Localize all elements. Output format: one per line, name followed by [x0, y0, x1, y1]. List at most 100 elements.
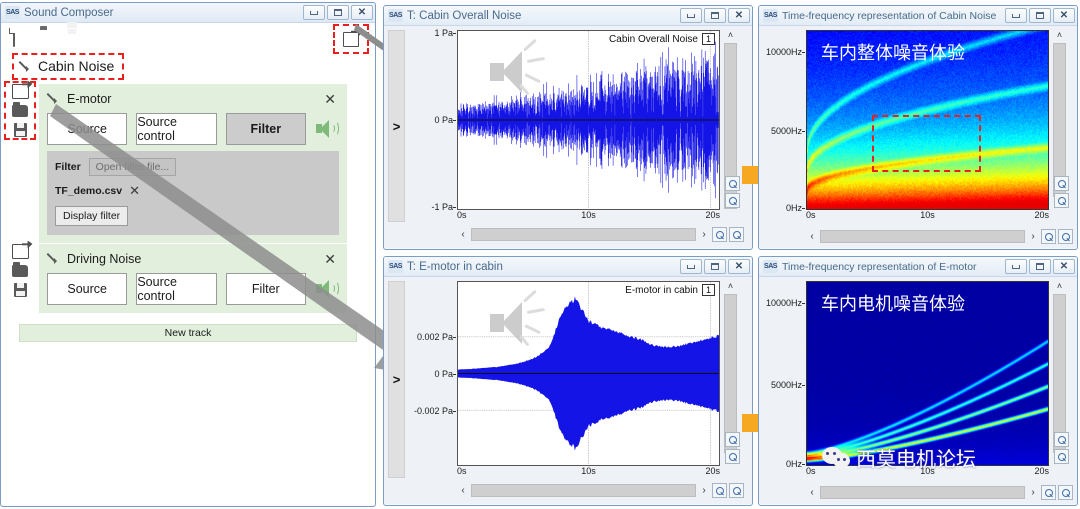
zoom-out-icon[interactable]: [1054, 193, 1069, 208]
zoom-out-icon[interactable]: [1058, 228, 1073, 244]
maximize-button[interactable]: [704, 8, 726, 23]
source-control-button[interactable]: Source control: [136, 112, 217, 145]
zoom-in-icon[interactable]: [725, 432, 740, 447]
pencil-edit-icon[interactable]: [19, 60, 32, 73]
minimize-button[interactable]: [303, 5, 325, 20]
display-filter-button[interactable]: Display filter: [55, 205, 129, 226]
scroll-thumb[interactable]: [471, 483, 696, 497]
maximize-button[interactable]: [327, 5, 349, 20]
track-open-icon[interactable]: [12, 261, 28, 277]
maximize-button[interactable]: [1029, 259, 1051, 274]
close-button[interactable]: ✕: [728, 8, 750, 23]
scroll-thumb[interactable]: [1053, 294, 1066, 453]
scroll-left-icon[interactable]: ‹: [806, 487, 818, 498]
close-button[interactable]: ✕: [1053, 8, 1075, 23]
source-button[interactable]: Source: [47, 272, 128, 305]
scroll-left-icon[interactable]: ‹: [806, 231, 818, 242]
minimize-button[interactable]: [680, 259, 702, 274]
scroll-thumb[interactable]: [820, 485, 1025, 499]
open-filter-file-button[interactable]: Open filter file...: [88, 157, 177, 176]
tf-cabin-titlebar[interactable]: SAS Time-frequency representation of Cab…: [759, 6, 1077, 26]
maximize-button[interactable]: [1029, 8, 1051, 23]
cabin-noise-waveform[interactable]: Cabin Overall Noise 1: [457, 30, 720, 210]
track-export-icon[interactable]: [11, 243, 29, 259]
zoom-in-icon[interactable]: [712, 482, 727, 498]
composer-toolbar: [1, 23, 375, 49]
minimize-button[interactable]: [680, 8, 702, 23]
emotor-titlebar[interactable]: SAS T: E-motor in cabin ✕: [384, 257, 752, 277]
project-name-row[interactable]: Cabin Noise: [11, 53, 125, 80]
zoom-in-icon[interactable]: [1054, 432, 1069, 447]
zoom-out-icon[interactable]: [725, 193, 740, 208]
speaker-icon[interactable]: [315, 119, 339, 139]
zoom-out-icon[interactable]: [729, 226, 744, 242]
maximize-button[interactable]: [704, 259, 726, 274]
scroll-right-icon[interactable]: ›: [1027, 487, 1039, 498]
track-header-driving: Driving Noise ✕: [47, 250, 339, 268]
scroll-right-icon[interactable]: ›: [1027, 231, 1039, 242]
minimize-button[interactable]: [1005, 8, 1027, 23]
tf-emotor-spectrogram[interactable]: 车内电机噪音体验: [806, 281, 1049, 466]
close-button[interactable]: ✕: [728, 259, 750, 274]
y-tick-label: 10000Hz: [765, 298, 806, 309]
expand-sidebar-button[interactable]: >: [388, 30, 405, 222]
tf-cabin-spectrogram[interactable]: 车内整体噪音体验: [806, 30, 1049, 210]
close-button[interactable]: ✕: [1053, 259, 1075, 274]
sas-logo-icon: SAS: [388, 9, 403, 22]
new-file-icon[interactable]: [13, 28, 30, 47]
zoom-out-icon[interactable]: [729, 482, 744, 498]
track-save-icon[interactable]: [13, 282, 27, 297]
minimize-button[interactable]: [1005, 259, 1027, 274]
scroll-thumb[interactable]: [724, 294, 737, 453]
zoom-in-icon[interactable]: [712, 226, 727, 242]
scroll-up-icon[interactable]: ˄: [1057, 30, 1062, 42]
scroll-up-icon[interactable]: ˄: [728, 30, 733, 42]
zoom-in-icon[interactable]: [1041, 484, 1056, 500]
scroll-left-icon[interactable]: ‹: [457, 485, 469, 496]
track-open-icon[interactable]: [12, 101, 28, 117]
zoom-in-icon[interactable]: [1054, 176, 1069, 191]
wechat-icon: [822, 446, 852, 469]
overlay-title: 车内电机噪音体验: [821, 294, 965, 315]
close-button[interactable]: ✕: [351, 5, 373, 20]
save-icon[interactable]: [65, 29, 82, 47]
scroll-right-icon[interactable]: ›: [698, 485, 710, 496]
source-button[interactable]: Source: [47, 112, 128, 145]
export-icon[interactable]: [333, 24, 369, 54]
emotor-waveform[interactable]: E-motor in cabin 1: [457, 281, 720, 466]
filter-button[interactable]: Filter: [225, 112, 306, 145]
track-export-icon[interactable]: [11, 83, 29, 99]
source-control-button[interactable]: Source control: [136, 272, 217, 305]
scroll-thumb[interactable]: [471, 227, 696, 241]
y-tick-label: 0Hz: [785, 459, 806, 470]
zoom-out-icon[interactable]: [1054, 449, 1069, 464]
pencil-edit-icon[interactable]: [47, 252, 60, 265]
x-tick-label: 0s: [457, 210, 467, 220]
close-icon[interactable]: ✕: [321, 92, 339, 106]
new-track-button[interactable]: New track: [19, 323, 357, 342]
composer-titlebar[interactable]: SAS Sound Composer ✕: [1, 3, 375, 23]
scroll-thumb[interactable]: [1053, 43, 1066, 197]
remove-filter-file-icon[interactable]: ✕: [129, 183, 140, 199]
scroll-left-icon[interactable]: ‹: [457, 229, 469, 240]
series-number[interactable]: 1: [701, 33, 715, 45]
speaker-icon[interactable]: [315, 279, 339, 299]
expand-sidebar-button[interactable]: >: [388, 281, 405, 478]
cabin-noise-titlebar[interactable]: SAS T: Cabin Overall Noise ✕: [384, 6, 752, 26]
scroll-up-icon[interactable]: ˄: [1057, 281, 1062, 293]
zoom-out-icon[interactable]: [725, 449, 740, 464]
open-folder-icon[interactable]: [39, 29, 56, 47]
close-icon[interactable]: ✕: [321, 252, 339, 266]
filter-button[interactable]: Filter: [225, 272, 306, 305]
emotor-in-cabin-window: SAS T: E-motor in cabin ✕ > 0.002 Pa 0 P…: [383, 256, 753, 506]
scroll-right-icon[interactable]: ›: [698, 229, 710, 240]
series-number[interactable]: 1: [701, 284, 715, 296]
pencil-edit-icon[interactable]: [47, 92, 60, 105]
tf-emotor-titlebar[interactable]: SAS Time-frequency representation of E-m…: [759, 257, 1077, 277]
scroll-up-icon[interactable]: ˄: [728, 281, 733, 293]
zoom-in-icon[interactable]: [725, 176, 740, 191]
track-save-icon[interactable]: [13, 122, 27, 137]
zoom-out-icon[interactable]: [1058, 484, 1073, 500]
zoom-in-icon[interactable]: [1041, 228, 1056, 244]
scroll-thumb[interactable]: [820, 229, 1025, 243]
